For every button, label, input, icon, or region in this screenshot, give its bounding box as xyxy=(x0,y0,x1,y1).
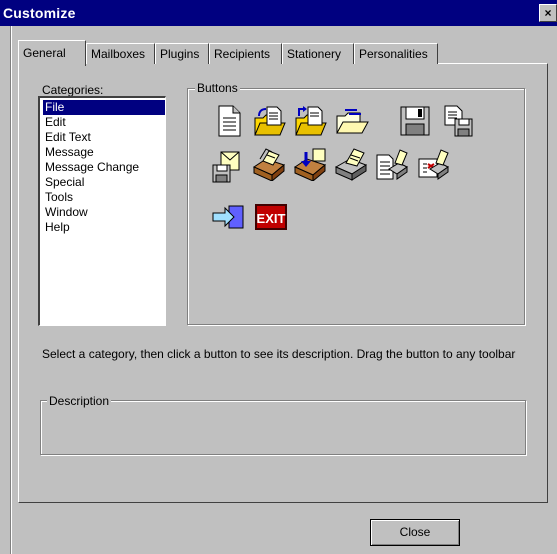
category-help[interactable]: Help xyxy=(43,220,165,235)
close-button[interactable]: Close xyxy=(370,519,460,546)
category-file[interactable]: File xyxy=(43,100,165,115)
open-folder-icon[interactable] xyxy=(253,104,287,138)
tab-plugins[interactable]: Plugins xyxy=(155,43,209,64)
category-edit[interactable]: Edit xyxy=(43,115,165,130)
folder-open-icon[interactable] xyxy=(335,104,369,138)
category-message[interactable]: Message xyxy=(43,145,165,160)
tab-recipients[interactable]: Recipients xyxy=(209,43,282,64)
category-edit-text[interactable]: Edit Text xyxy=(43,130,165,145)
open-folder-arrow-icon[interactable] xyxy=(294,104,328,138)
close-icon[interactable]: × xyxy=(539,4,557,22)
category-special[interactable]: Special xyxy=(43,175,165,190)
tab-personalities[interactable]: Personalities xyxy=(354,43,438,64)
category-tools[interactable]: Tools xyxy=(43,190,165,205)
description-label: Description xyxy=(47,394,112,408)
categories-list[interactable]: File Edit Edit Text Message Message Chan… xyxy=(38,96,166,326)
hint-text: Select a category, then click a button t… xyxy=(42,347,516,361)
tab-general[interactable]: General xyxy=(18,40,86,66)
category-window[interactable]: Window xyxy=(43,205,165,220)
print-setup-icon[interactable] xyxy=(416,147,450,181)
category-message-change[interactable]: Message Change xyxy=(43,160,165,175)
new-document-icon[interactable] xyxy=(212,104,246,138)
print-icon[interactable] xyxy=(334,147,368,181)
save-as-icon[interactable] xyxy=(440,104,474,138)
exit-icon[interactable]: EXIT xyxy=(254,200,288,234)
mailbox-in-icon[interactable] xyxy=(252,147,286,181)
description-text xyxy=(48,412,518,448)
buttons-group-label: Buttons xyxy=(195,81,240,95)
exit-icon-label: EXIT xyxy=(257,211,286,226)
save-disk-icon[interactable] xyxy=(398,104,432,138)
print-preview-icon[interactable] xyxy=(375,147,409,181)
window-title: Customize xyxy=(3,5,76,21)
title-bar: Customize × xyxy=(0,0,557,26)
tab-mailboxes[interactable]: Mailboxes xyxy=(86,43,155,64)
forward-arrow-icon[interactable] xyxy=(211,200,245,234)
categories-label: Categories: xyxy=(42,83,104,97)
tab-stationery[interactable]: Stationery xyxy=(282,43,354,64)
mailbox-out-icon[interactable] xyxy=(293,147,327,181)
window-frame-highlight xyxy=(11,26,12,554)
save-message-icon[interactable] xyxy=(211,150,245,184)
